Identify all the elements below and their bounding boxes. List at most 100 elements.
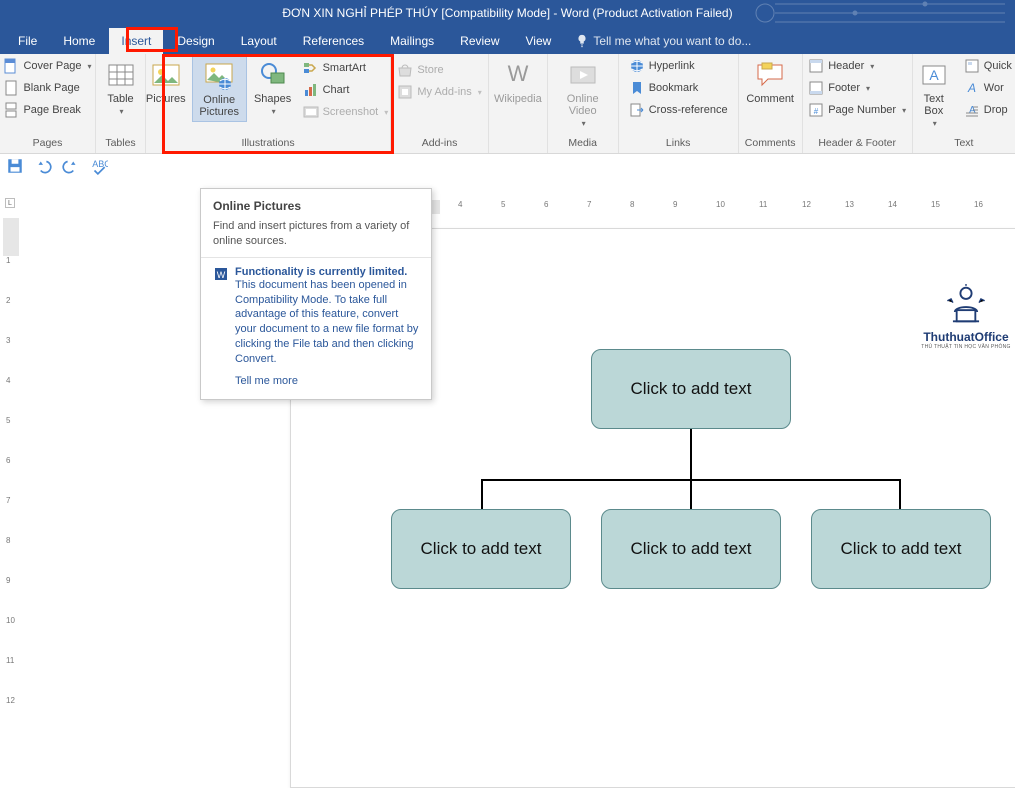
online-pictures-tooltip: Online Pictures Find and insert pictures… xyxy=(200,188,432,400)
bookmark-icon xyxy=(629,80,645,96)
page-number-button[interactable]: # Page Number xyxy=(804,100,910,120)
wordart-icon: A xyxy=(964,80,980,96)
ribbon: Cover Page Blank Page Page Break Pages T… xyxy=(0,54,1015,154)
group-label-links: Links xyxy=(625,135,732,153)
cross-reference-button[interactable]: Cross-reference xyxy=(625,100,732,120)
group-label-pages: Pages xyxy=(6,135,89,153)
svg-text:W: W xyxy=(217,270,226,280)
table-button[interactable]: Table xyxy=(99,56,143,119)
vruler-tick: 4 xyxy=(6,376,10,385)
group-headerfooter: Header Footer # Page Number Header & Foo… xyxy=(803,54,913,153)
decorative-lines xyxy=(745,0,1005,26)
header-button[interactable]: Header xyxy=(804,56,910,76)
store-button: Store xyxy=(393,60,485,80)
smartart-child-2[interactable]: Click to add text xyxy=(601,509,781,589)
group-addins: Store My Add-ins Add-ins xyxy=(391,54,489,153)
footer-button[interactable]: Footer xyxy=(804,78,910,98)
hruler-tick: 10 xyxy=(716,200,725,209)
hruler-tick: 13 xyxy=(845,200,854,209)
spellcheck-button[interactable]: ABC xyxy=(90,157,108,175)
cover-page-icon xyxy=(3,58,19,74)
tab-file[interactable]: File xyxy=(6,28,49,54)
hruler-tick: 8 xyxy=(630,200,634,209)
addins-icon xyxy=(397,84,413,100)
vruler-tick: 8 xyxy=(6,536,10,545)
tab-review[interactable]: Review xyxy=(448,28,511,54)
vertical-ruler[interactable]: 123456789101112 xyxy=(0,218,22,676)
cover-page-button[interactable]: Cover Page xyxy=(0,56,96,76)
smartart-top-node[interactable]: Click to add text xyxy=(591,349,791,429)
tab-references[interactable]: References xyxy=(291,28,376,54)
brand-sub: THỦ THUẬT TIN HỌC VĂN PHÒNG xyxy=(911,344,1015,350)
tooltip-warn-title: Functionality is currently limited. xyxy=(235,266,419,278)
group-label-illustrations: Illustrations xyxy=(152,135,384,153)
svg-text:#: # xyxy=(814,107,819,116)
smartart-child-3[interactable]: Click to add text xyxy=(811,509,991,589)
page-break-button[interactable]: Page Break xyxy=(0,100,96,120)
hyperlink-button[interactable]: Hyperlink xyxy=(625,56,732,76)
pictures-icon xyxy=(150,59,182,91)
blank-page-button[interactable]: Blank Page xyxy=(0,78,96,98)
text-box-icon: A xyxy=(918,59,950,91)
redo-button[interactable] xyxy=(62,157,80,175)
hruler-tick: 6 xyxy=(544,200,548,209)
tab-layout[interactable]: Layout xyxy=(229,28,289,54)
online-pictures-button[interactable]: Online Pictures xyxy=(192,56,247,122)
word-doc-icon: W xyxy=(213,266,229,282)
tab-view[interactable]: View xyxy=(514,28,564,54)
tab-design[interactable]: Design xyxy=(165,28,226,54)
vruler-tick: 11 xyxy=(6,656,14,665)
hruler-tick: 16 xyxy=(974,200,983,209)
quick-parts-button[interactable]: Quick xyxy=(960,56,1015,76)
hruler-tick: 4 xyxy=(458,200,462,209)
drop-cap-button[interactable]: A Drop xyxy=(960,100,1015,120)
person-laptop-icon xyxy=(938,284,994,325)
svg-text:A: A xyxy=(929,67,939,83)
screenshot-icon xyxy=(303,104,319,120)
group-label-headerfooter: Header & Footer xyxy=(809,135,906,153)
group-text: A Text Box Quick A Wor A Drop Text xyxy=(913,54,1015,153)
group-label-tables: Tables xyxy=(102,135,139,153)
svg-text:A: A xyxy=(967,81,976,95)
tooltip-warn-body: This document has been opened in Compati… xyxy=(235,278,419,367)
chart-icon xyxy=(303,82,319,98)
tab-home[interactable]: Home xyxy=(51,28,107,54)
hruler-tick: 12 xyxy=(802,200,811,209)
group-label-media: Media xyxy=(554,135,612,153)
tell-me-more-link[interactable]: Tell me more xyxy=(235,375,419,387)
group-pages: Cover Page Blank Page Page Break Pages xyxy=(0,54,96,153)
tab-selector[interactable]: L xyxy=(5,198,15,208)
brand-name: ThuthuatOffice xyxy=(911,330,1015,344)
tell-me-search[interactable]: Tell me what you want to do... xyxy=(565,28,1009,54)
tab-mailings[interactable]: Mailings xyxy=(378,28,446,54)
drop-cap-icon: A xyxy=(964,102,980,118)
title-bar: ĐƠN XIN NGHỈ PHÉP THÚY [Compatibility Mo… xyxy=(0,0,1015,26)
smartart-child-1[interactable]: Click to add text xyxy=(391,509,571,589)
wordart-button[interactable]: A Wor xyxy=(960,78,1015,98)
shapes-button[interactable]: Shapes xyxy=(251,56,295,119)
bookmark-button[interactable]: Bookmark xyxy=(625,78,732,98)
group-tables: Table Tables xyxy=(96,54,146,153)
video-icon xyxy=(567,59,599,91)
smartart-button[interactable]: SmartArt xyxy=(299,58,393,78)
workspace: L 2112345678910111213141516 123456789101… xyxy=(0,178,1015,676)
header-icon xyxy=(808,58,824,74)
group-label-text: Text xyxy=(919,135,1009,153)
hruler-tick: 9 xyxy=(673,200,677,209)
hruler-tick: 11 xyxy=(759,200,767,209)
tab-insert[interactable]: Insert xyxy=(109,28,163,54)
wikipedia-icon: W xyxy=(502,59,534,91)
group-comments: Comment Comments xyxy=(739,54,803,153)
chart-button[interactable]: Chart xyxy=(299,80,393,100)
save-button[interactable] xyxy=(6,157,24,175)
svg-text:W: W xyxy=(507,61,528,86)
comment-button[interactable]: Comment xyxy=(742,56,798,108)
group-wikipedia: W Wikipedia xyxy=(489,54,548,153)
pictures-button[interactable]: Pictures xyxy=(144,56,188,108)
page-number-icon: # xyxy=(808,102,824,118)
text-box-button[interactable]: A Text Box xyxy=(912,56,956,131)
hruler-tick: 15 xyxy=(931,200,940,209)
undo-button[interactable] xyxy=(34,157,52,175)
shapes-icon xyxy=(257,59,289,91)
vruler-tick: 5 xyxy=(6,416,10,425)
